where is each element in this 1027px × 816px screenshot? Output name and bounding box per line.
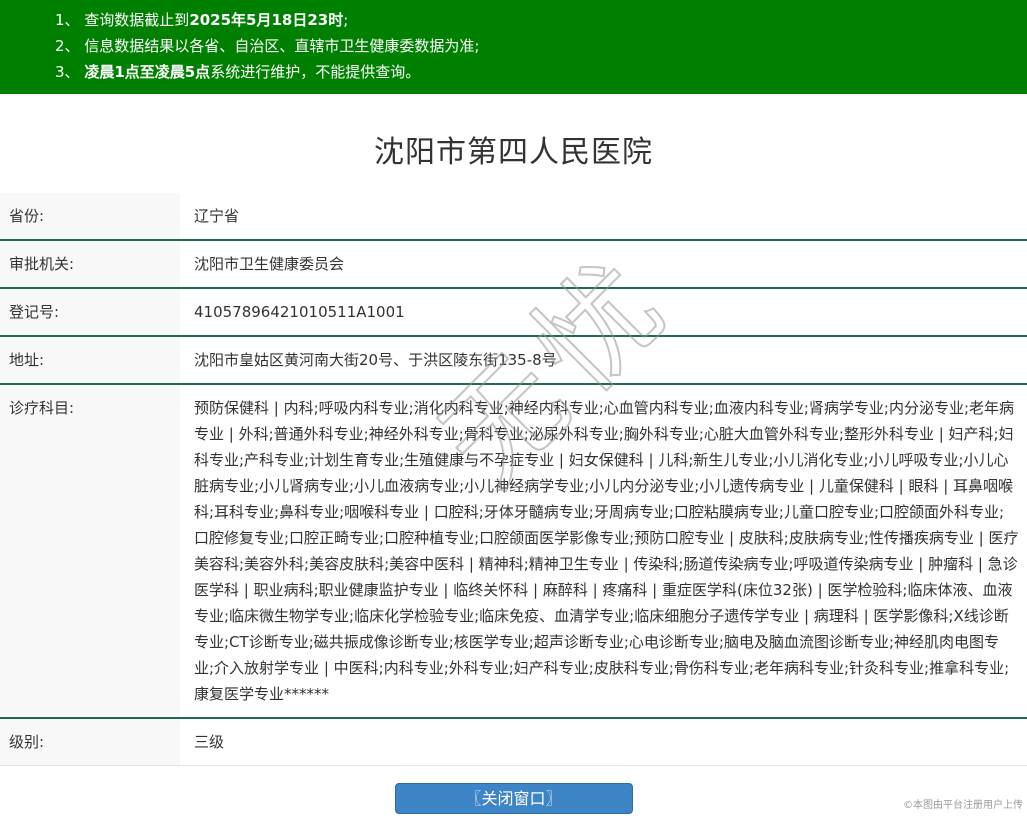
notice-banner: 1、 查询数据截止到2025年5月18日23时; 2、 信息数据结果以各省、自治…	[0, 0, 1027, 94]
notice-bold: 2025年5月18日23时	[189, 11, 343, 29]
notice-bold: 凌晨1点至凌晨5点	[84, 63, 210, 81]
hospital-details-table: 省份: 辽宁省 审批机关: 沈阳市卫生健康委员会 登记号: 4105789642…	[0, 193, 1027, 815]
row-label: 登记号:	[0, 289, 180, 335]
table-row-registration-number: 登记号: 41057896421010511A1001	[0, 289, 1027, 337]
row-value: 辽宁省	[180, 193, 1027, 239]
notice-line-3: 3、 凌晨1点至凌晨5点系统进行维护，不能提供查询。	[55, 59, 1017, 85]
row-label: 省份:	[0, 193, 180, 239]
close-window-button[interactable]: 〖关闭窗口〗	[395, 783, 633, 814]
row-label: 级别:	[0, 719, 180, 765]
table-row-province: 省份: 辽宁省	[0, 193, 1027, 241]
table-row-level: 级别: 三级	[0, 719, 1027, 767]
row-value: 三级	[180, 719, 1027, 765]
row-value: 41057896421010511A1001	[180, 289, 1027, 335]
table-row-approval-authority: 审批机关: 沈阳市卫生健康委员会	[0, 241, 1027, 289]
row-value: 沈阳市皇姑区黄河南大街20号、于洪区陵东街135-8号	[180, 337, 1027, 383]
notice-line-1: 1、 查询数据截止到2025年5月18日23时;	[55, 7, 1017, 33]
row-value: 预防保健科 | 内科;呼吸内科专业;消化内科专业;神经内科专业;心血管内科专业;…	[180, 385, 1027, 717]
notice-text: 1、 查询数据截止到	[55, 11, 189, 29]
row-label: 审批机关:	[0, 241, 180, 287]
bottom-bar: 〖关闭窗口〗	[0, 765, 1027, 816]
row-value: 沈阳市卫生健康委员会	[180, 241, 1027, 287]
notice-text: ;	[343, 11, 348, 29]
row-label: 诊疗科目:	[0, 385, 180, 717]
copyright-note: ©本图由平台注册用户上传	[903, 796, 1023, 811]
notice-line-2: 2、 信息数据结果以各省、自治区、直辖市卫生健康委数据为准;	[55, 33, 1017, 59]
notice-text: 系统进行维护，不能提供查询。	[210, 63, 420, 81]
page-title: 沈阳市第四人民医院	[0, 127, 1027, 171]
table-row-address: 地址: 沈阳市皇姑区黄河南大街20号、于洪区陵东街135-8号	[0, 337, 1027, 385]
row-label: 地址:	[0, 337, 180, 383]
notice-text: 2、 信息数据结果以各省、自治区、直辖市卫生健康委数据为准;	[55, 37, 479, 55]
notice-text: 3、	[55, 63, 84, 81]
table-row-medical-subjects: 诊疗科目: 预防保健科 | 内科;呼吸内科专业;消化内科专业;神经内科专业;心血…	[0, 385, 1027, 719]
